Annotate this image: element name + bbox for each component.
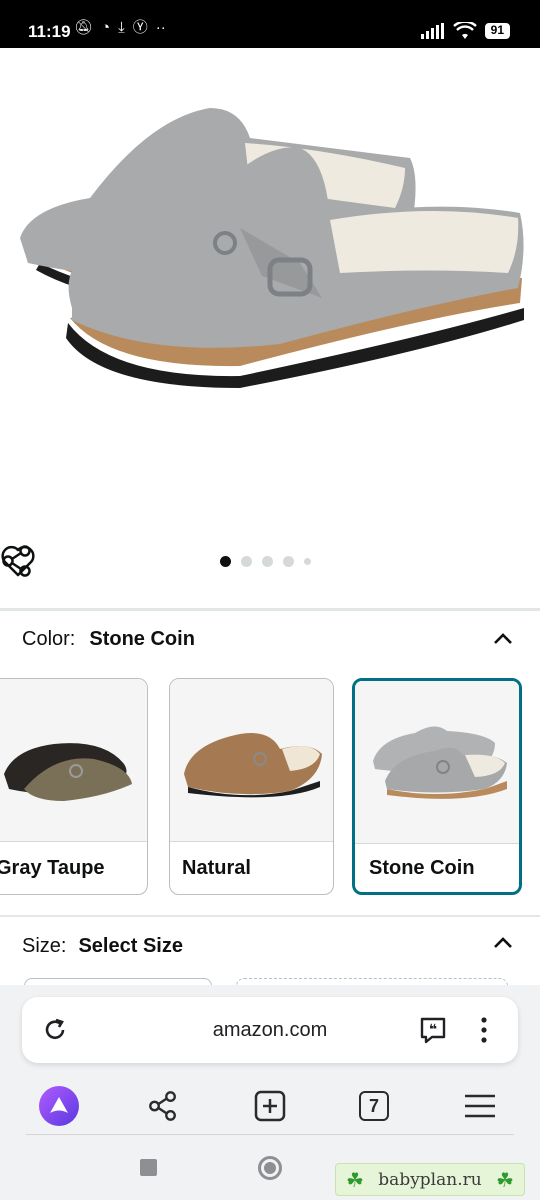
share-icon[interactable] xyxy=(0,544,34,578)
color-swatch-natural[interactable]: Natural xyxy=(169,678,334,895)
more-options-icon[interactable] xyxy=(478,1015,490,1045)
more-notifications-icon: ·· xyxy=(155,19,166,36)
browser-toolbar: 7 xyxy=(0,1078,540,1134)
size-label: Size: xyxy=(22,935,67,957)
battery-indicator: 91 xyxy=(484,23,510,39)
section-divider xyxy=(0,608,540,611)
address-bar[interactable]: amazon.com ❝ xyxy=(22,997,518,1063)
alice-assistant-button[interactable] xyxy=(37,1084,81,1128)
plus-square-icon xyxy=(254,1090,286,1122)
notification-icons: 🔕︎ ◔ ⤓ Ⓨ ·· xyxy=(74,20,166,35)
download-icon: ⤓ xyxy=(118,19,125,36)
recent-apps-button[interactable] xyxy=(140,1159,157,1176)
watermark: ☘ babyplan.ru ☘ xyxy=(335,1163,525,1196)
chevron-up-icon[interactable] xyxy=(491,628,515,648)
svg-text:❝: ❝ xyxy=(429,1022,437,1038)
image-pagination[interactable] xyxy=(220,556,311,567)
system-icons: 91 xyxy=(420,22,510,40)
new-tab-button[interactable] xyxy=(248,1084,292,1128)
swatch-label: Stone Coin xyxy=(369,857,475,879)
product-image xyxy=(20,108,524,388)
swatch-image xyxy=(170,679,333,842)
clover-icon: ☘ xyxy=(346,1167,364,1192)
clover-icon: ☘ xyxy=(496,1167,514,1192)
yandex-icon: Ⓨ xyxy=(132,19,148,36)
muted-bell-icon: 🔕︎ xyxy=(74,19,94,36)
pagination-dot-4[interactable] xyxy=(283,556,294,567)
watermark-text: babyplan.ru xyxy=(378,1169,482,1190)
pagination-dot-5[interactable] xyxy=(304,558,311,565)
toolbar-divider xyxy=(26,1134,514,1135)
pagination-dot-2[interactable] xyxy=(241,556,252,567)
alice-icon xyxy=(39,1086,79,1126)
pagination-dot-3[interactable] xyxy=(262,556,273,567)
share-icon xyxy=(149,1091,176,1121)
wifi-icon xyxy=(452,22,477,39)
swatch-image xyxy=(0,679,147,842)
hamburger-icon xyxy=(465,1094,495,1118)
swatch-label: Natural xyxy=(182,857,251,879)
menu-button[interactable] xyxy=(458,1084,502,1128)
pagination-dot-1[interactable] xyxy=(220,556,231,567)
whatsapp-icon: ◔ xyxy=(101,19,111,36)
product-image-gallery[interactable] xyxy=(0,48,540,608)
chevron-up-icon[interactable] xyxy=(491,932,515,952)
reader-quote-icon[interactable]: ❝ xyxy=(418,1015,448,1045)
selected-color: Stone Coin xyxy=(89,628,195,650)
selected-size: Select Size xyxy=(78,935,183,957)
signal-icon xyxy=(420,23,444,39)
section-divider xyxy=(0,915,540,917)
status-bar: 11:19 🔕︎ ◔ ⤓ Ⓨ ·· 91 xyxy=(0,0,540,48)
color-swatch-gray-taupe[interactable]: Gray Taupe xyxy=(0,678,148,895)
color-selector-header[interactable]: Color: Stone Coin xyxy=(22,628,195,651)
tabs-button[interactable]: 7 xyxy=(352,1084,396,1128)
size-selector-header[interactable]: Size: Select Size xyxy=(22,935,183,958)
swatch-image xyxy=(355,681,519,844)
share-page-button[interactable] xyxy=(141,1084,185,1128)
color-swatch-stone-coin[interactable]: Stone Coin xyxy=(352,678,522,895)
swatch-label: Gray Taupe xyxy=(0,857,105,879)
color-label: Color: xyxy=(22,628,76,650)
home-button[interactable] xyxy=(258,1156,282,1180)
status-time: 11:19 xyxy=(28,22,71,41)
tabs-count: 7 xyxy=(359,1091,389,1121)
